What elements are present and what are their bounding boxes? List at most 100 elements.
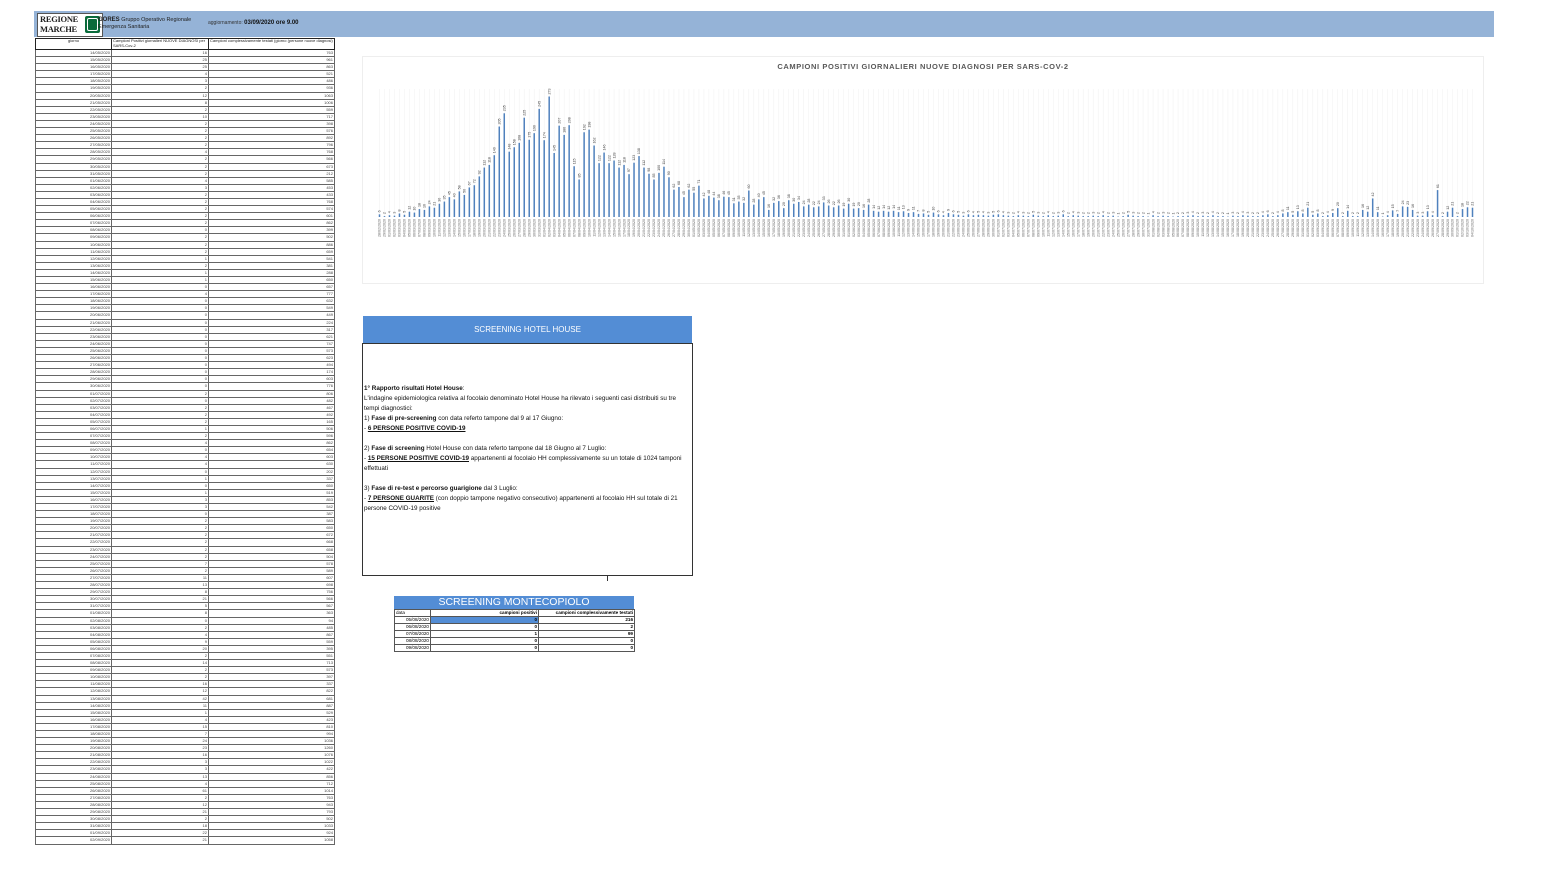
x-tick-label: 12/06/2020 [902,219,906,237]
bar-value-label: 3 [1111,212,1115,214]
table-row: 06/07/2020 1 506 [35,424,335,434]
row-date: 28/06/2020 [35,368,112,377]
x-tick-label: 24/06/2020 [962,219,966,237]
chart-bar [548,96,550,217]
chart-bar [1037,215,1040,217]
bar-value-label: 60 [747,185,751,189]
x-tick-label: 22/06/2020 [952,219,956,237]
row-testati: 566 [208,155,335,164]
row-positivi: 4 [111,460,209,469]
row-date: 23/07/2020 [35,545,112,554]
chart-bar [578,179,580,217]
x-tick-label: 16/06/2020 [922,219,926,237]
bar-value-label: 23 [1406,201,1410,205]
table-row: 23/06/2020 0 621 [35,332,335,341]
row-testati: 1058 [208,836,335,845]
row-date: 23/08/2020 [35,765,112,774]
x-tick-label: 16/07/2020 [1071,219,1075,237]
x-tick-label: 27/07/2020 [1126,219,1130,237]
x-tick-label: 05/06/2020 [867,219,871,237]
chart-bar [713,197,715,217]
cell-marker [607,575,608,581]
bar-value-label: 14 [872,205,876,209]
row-date: 31/05/2020 [35,169,112,178]
chart-bar [977,214,980,217]
table-row: 23/05/2020 10 717 [35,112,335,121]
x-tick-label: 15/04/2020 [612,219,616,237]
chart-bar [1356,216,1359,217]
row-testati: 1260 [208,744,335,753]
x-tick-label: 16/08/2020 [1226,219,1230,237]
bar-value-label: 20 [857,202,861,206]
mc-row-positivi: 0 [430,644,539,652]
x-tick-label: 08/04/2020 [577,219,581,237]
table-row: 01/07/2020 2 806 [35,389,335,398]
row-positivi: 2 [111,666,209,675]
table-row: 29/08/2020 21 793 [35,808,335,817]
row-positivi: 7 [111,559,209,568]
bar-value-label: 2 [1196,212,1200,214]
x-tick-label: 25/05/2020 [812,219,816,237]
x-tick-label: 24/04/2020 [657,219,661,237]
x-tick-label: 19/04/2020 [632,219,636,237]
table-row: 11/08/2020 16 337 [35,680,335,689]
chart-bar [1182,216,1184,217]
row-testati: 1076 [208,751,335,760]
x-tick-label: 26/06/2020 [972,219,976,237]
x-tick-label: 13/09/2020 [1366,219,1370,237]
x-tick-label: 17/05/2020 [772,219,776,237]
bar-value-label: 208 [567,117,571,123]
table-row: 26/08/2020 61 1014 [35,786,335,795]
header-band: REGIONE MARCHE GORES Gruppo Operativo Re… [34,11,1494,37]
x-tick-label: 04/10/2020 [1471,219,1475,237]
bar-value-label: 4 [1002,211,1006,213]
bar-value-label: 20 [1336,202,1340,206]
row-positivi: 8 [111,98,209,107]
chart-bar [463,194,466,217]
chart-bar [1217,216,1219,217]
bar-value-label: 98 [647,168,651,172]
x-tick-label: 08/06/2020 [882,219,886,237]
chart-bar [553,153,555,217]
chart-bar [478,176,481,217]
row-positivi: 2 [111,815,209,824]
x-tick-label: 25/06/2020 [967,219,971,237]
row-date: 09/07/2020 [35,446,112,455]
chart-bar [1212,215,1214,217]
x-tick-label: 21/06/2020 [947,219,951,237]
chart-bar [778,201,780,217]
x-tick-label: 09/06/2020 [887,219,891,237]
chart-bar [1341,216,1344,217]
bar-value-label: 4 [1191,211,1195,213]
row-testati: 559 [208,105,335,114]
x-tick-label: 30/08/2020 [1296,219,1300,237]
chart-bar [423,209,426,217]
bar-value-label: 4 [388,211,392,213]
bar-value-label: 12 [1366,206,1370,210]
chart-bar [788,200,790,217]
table-row: 12/07/2020 0 202 [35,467,335,476]
x-tick-label: 08/03/2020 [423,219,427,237]
mc-col-date: data [394,609,431,617]
bar-value-label: 1 [1146,213,1150,215]
x-tick-label: 23/08/2020 [1261,219,1265,237]
chart-bar [1287,212,1289,217]
chart-bar [1461,209,1464,217]
row-testati: 806 [208,389,335,398]
table-row: 15/05/2020 25 961 [35,56,335,65]
chart-bar [1007,215,1010,217]
row-date: 29/07/2020 [35,588,112,597]
row-positivi: 0 [111,226,209,235]
montecopiolo-title: SCREENING MONTECOPIOLO [394,596,634,609]
table-row: 26/05/2020 2 892 [35,134,335,143]
x-tick-label: 26/05/2020 [817,219,821,237]
x-tick-label: 18/08/2020 [1236,219,1240,237]
table-row: 07/08/2020 2 551 [35,651,335,661]
hh-p1-rest: con data referto tampone dal 9 al 17 Giu… [436,415,564,422]
row-date: 02/07/2020 [35,396,112,405]
row-positivi: 22 [111,829,209,838]
row-date: 11/06/2020 [35,247,112,256]
row-testati: 793 [208,808,335,817]
table-row: 28/06/2020 0 174 [35,368,335,377]
table-row: 15/06/2020 1 650 [35,275,335,285]
